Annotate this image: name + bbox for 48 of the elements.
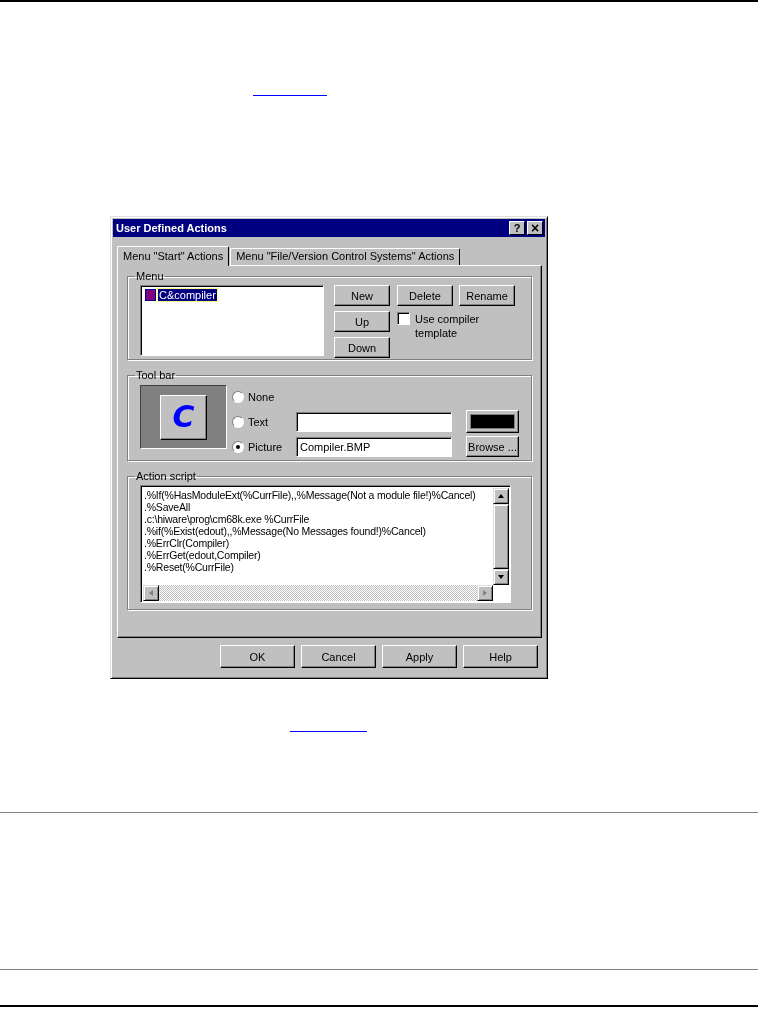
radio-button[interactable] — [232, 415, 244, 428]
up-arrow-icon — [497, 492, 505, 500]
script-line: .%ErrClr(Compiler) — [144, 537, 231, 549]
button[interactable]: Delete — [397, 285, 453, 306]
script-line: .%Reset(%CurrFile) — [144, 561, 235, 573]
close-button[interactable]: × — [527, 221, 543, 235]
input-field[interactable] — [296, 411, 452, 432]
scroll-right-button[interactable] — [477, 585, 493, 601]
scroll-up-button[interactable] — [493, 488, 509, 504]
script-line: .%If(%HasModuleExt(%CurrFile),,%Message(Not a module file!)%Cancel) — [144, 489, 477, 501]
help-button[interactable]: ? — [509, 221, 525, 235]
scroll-down-button[interactable] — [493, 569, 509, 585]
button[interactable]: Down — [334, 337, 390, 358]
button[interactable]: Rename — [459, 285, 515, 306]
tab[interactable]: Menu "Start" Actions — [117, 246, 230, 266]
c-glyph: C — [172, 402, 195, 432]
radio-button[interactable] — [232, 390, 244, 403]
down-arrow-icon — [497, 573, 505, 581]
radio-label: Picture — [248, 440, 284, 453]
script-editor[interactable] — [140, 485, 511, 603]
checkbox-label: Use compiler template — [415, 312, 481, 340]
scroll-thumb[interactable] — [493, 504, 509, 569]
right-arrow-icon — [481, 589, 489, 597]
radio-label: Text — [248, 415, 270, 428]
input-field[interactable]: Compiler.BMP — [296, 436, 452, 457]
list-item[interactable]: C&compiler — [158, 289, 217, 301]
script-line: .%ErrGet(edout,Compiler) — [144, 549, 262, 561]
button[interactable]: Apply — [382, 645, 457, 668]
radio-button[interactable] — [232, 440, 244, 453]
checkbox[interactable] — [397, 312, 410, 325]
scroll-left-button[interactable] — [143, 585, 159, 601]
script-line: .c:\hiware\prog\cm68k.exe %CurrFile — [144, 513, 311, 525]
group-label: Menu — [135, 270, 165, 282]
group-label: Action script — [135, 470, 197, 482]
button[interactable]: OK — [220, 645, 295, 668]
script-line: .%SaveAll — [144, 501, 192, 513]
group-label: Tool bar — [135, 369, 177, 381]
left-arrow-icon — [147, 589, 155, 597]
tab[interactable]: Menu "File/Version Control Systems" Actions — [230, 248, 461, 265]
button[interactable]: New — [334, 285, 390, 306]
button[interactable]: Browse ... — [466, 436, 519, 457]
button[interactable]: Up — [334, 311, 390, 332]
window-title: User Defined Actions — [116, 222, 227, 234]
radio-label: None — [248, 390, 276, 403]
button[interactable]: Help — [463, 645, 538, 668]
script-line: .%if(%Exist(edout),,%Message(No Messages found!)%Cancel) — [144, 525, 427, 537]
button[interactable]: Cancel — [301, 645, 376, 668]
item-icon — [145, 289, 156, 301]
